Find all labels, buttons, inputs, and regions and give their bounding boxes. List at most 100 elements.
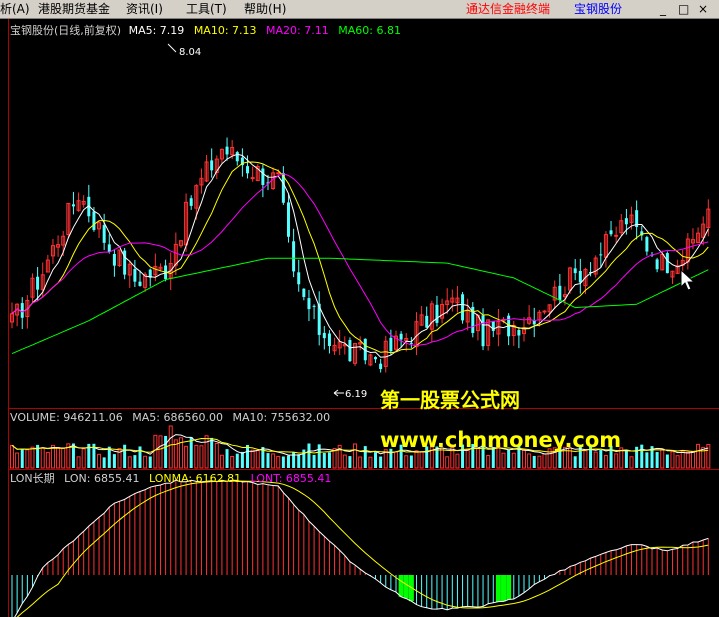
volume-bar-up bbox=[342, 454, 347, 469]
candle-body-down bbox=[292, 241, 296, 272]
volume-bar-down bbox=[164, 435, 168, 468]
volume-label: VOLUME: 946211.06 bbox=[10, 411, 123, 424]
stock-chart[interactable]: 宝钢股份(日线,前复权) MA5: 7.19 MA10: 7.13 MA20: … bbox=[0, 19, 719, 617]
candle-body-up bbox=[614, 234, 619, 237]
volume-bar-up bbox=[25, 449, 30, 469]
close-button[interactable]: × bbox=[698, 1, 708, 17]
volume-ma5-label: MA5: 686560.00 bbox=[132, 411, 223, 424]
candle-body-down bbox=[389, 337, 393, 352]
candle-body-down bbox=[71, 204, 75, 207]
volume-bar-down bbox=[210, 437, 214, 468]
volume-bar-up bbox=[153, 434, 158, 469]
volume-bar-up bbox=[219, 454, 224, 469]
volume-bar-up bbox=[158, 435, 163, 469]
volume-bar-up bbox=[97, 453, 102, 469]
lont-value: LONT: 6855.41 bbox=[251, 472, 332, 485]
volume-bar-up bbox=[675, 455, 680, 469]
lonma-line bbox=[16, 480, 709, 617]
candle-body-down bbox=[435, 304, 439, 323]
lon-signal-bar bbox=[398, 575, 404, 597]
volume-bar-down bbox=[266, 453, 270, 468]
volume-bar-down bbox=[240, 451, 244, 468]
candle-body-down bbox=[235, 152, 239, 162]
volume-bar-up bbox=[419, 451, 424, 469]
volume-bar-up bbox=[30, 446, 35, 469]
ma10-line bbox=[11, 161, 709, 354]
candle-body-down bbox=[189, 198, 193, 206]
volume-bar-up bbox=[61, 447, 66, 469]
candle-body-down bbox=[399, 333, 403, 340]
menu-tools[interactable]: 工具(T) bbox=[186, 1, 227, 17]
volume-bar-up bbox=[204, 435, 209, 469]
volume-bar-up bbox=[445, 456, 450, 469]
lon-header: LON长期 LON: 6855.41 LONMA: 6162.81 LONT: … bbox=[10, 472, 331, 485]
volume-bar-down bbox=[363, 446, 367, 468]
volume-bar-down bbox=[225, 449, 229, 468]
maximize-button[interactable]: □ bbox=[678, 1, 689, 17]
candle-body-down bbox=[409, 342, 413, 344]
ma20-label: MA20: 7.11 bbox=[266, 24, 329, 37]
volume-bar-up bbox=[143, 455, 148, 469]
candle-body-down bbox=[322, 332, 326, 339]
volume-bar-down bbox=[20, 448, 24, 468]
menu-help[interactable]: 帮助(H) bbox=[244, 1, 286, 17]
high-label: 8.04 bbox=[179, 47, 201, 58]
lon-signal-bar bbox=[495, 575, 501, 602]
volume-bar-up bbox=[40, 447, 45, 469]
candle-body-down bbox=[36, 276, 40, 290]
low-label: 6.19 bbox=[345, 389, 367, 400]
volume-bar-up bbox=[332, 448, 337, 469]
volume-bar-up bbox=[255, 450, 260, 469]
volume-header: VOLUME: 946211.06 MA5: 686560.00 MA10: 7… bbox=[10, 411, 330, 424]
volume-bar-up bbox=[542, 453, 547, 469]
candle-body-down bbox=[225, 146, 229, 155]
volume-bar-down bbox=[102, 457, 106, 468]
volume-bar-down bbox=[281, 456, 285, 468]
volume-bar-down bbox=[348, 456, 352, 468]
volume-bar-up bbox=[56, 447, 61, 469]
lon-signal-bar bbox=[501, 575, 507, 602]
volume-bar-down bbox=[532, 455, 536, 468]
volume-bar-up bbox=[76, 456, 81, 469]
candle-body-down bbox=[138, 281, 142, 286]
volume-bar-down bbox=[640, 444, 644, 468]
volume-bar-up bbox=[670, 451, 675, 469]
volume-bar-down bbox=[286, 455, 290, 468]
candle-body-down bbox=[379, 363, 383, 370]
menu-hk-futures-funds[interactable]: 港股期货基金 bbox=[38, 1, 110, 17]
volume-bar-up bbox=[15, 452, 20, 469]
candle-body-up bbox=[250, 177, 255, 180]
candle-body-down bbox=[655, 259, 659, 270]
candle-body-down bbox=[112, 253, 116, 266]
volume-bar-up bbox=[680, 450, 685, 469]
volume-bar-up bbox=[45, 451, 50, 469]
price-panel[interactable] bbox=[10, 137, 711, 373]
brand-terminal: 通达信金融终端 bbox=[466, 2, 551, 16]
volume-bar-down bbox=[599, 449, 603, 468]
minimize-button[interactable]: _ bbox=[660, 1, 666, 17]
volume-bar-up bbox=[685, 451, 690, 469]
volume-bar-up bbox=[455, 453, 460, 469]
volume-bar-down bbox=[645, 452, 649, 468]
lon-panel[interactable] bbox=[11, 479, 709, 617]
volume-bar-up bbox=[527, 453, 532, 469]
volume-bar-up bbox=[358, 456, 363, 469]
candle-body-down bbox=[558, 285, 562, 300]
candle-body-down bbox=[624, 218, 628, 225]
candle-body-down bbox=[261, 168, 265, 185]
ma10-label: MA10: 7.13 bbox=[194, 24, 257, 37]
volume-bar-up bbox=[353, 443, 358, 469]
volume-bar-up bbox=[486, 455, 491, 469]
volume-bar-up bbox=[522, 449, 526, 469]
watermark-title: 第一股票公式网 bbox=[380, 388, 520, 412]
volume-bar-down bbox=[235, 453, 239, 468]
menu-news[interactable]: 资讯(I) bbox=[126, 1, 163, 17]
candle-body-down bbox=[246, 166, 250, 174]
volume-bar-up bbox=[690, 450, 695, 469]
volume-bar-up bbox=[414, 450, 419, 469]
menu-bar: 析(A) 港股期货基金 资讯(I) 工具(T) 帮助(H) 通达信金融终端 宝钢… bbox=[0, 0, 719, 19]
menu-analysis[interactable]: 析(A) bbox=[0, 1, 30, 17]
volume-bar-up bbox=[368, 456, 373, 469]
volume-bar-down bbox=[507, 449, 511, 468]
lon-signal-bar bbox=[403, 575, 409, 599]
